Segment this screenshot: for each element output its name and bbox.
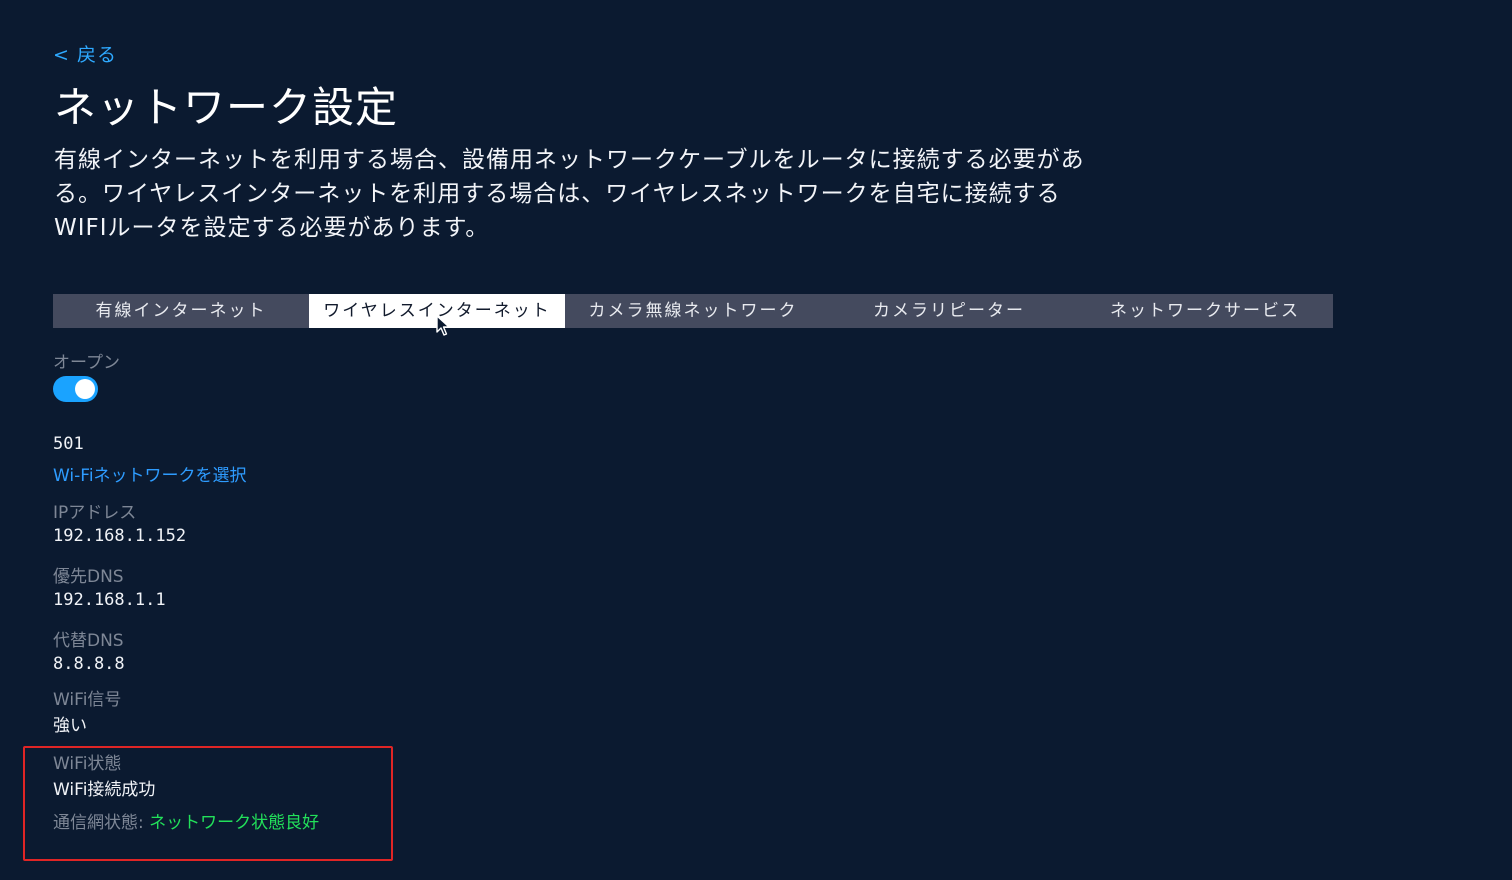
alternate-dns-label: 代替DNS xyxy=(53,631,124,651)
mouse-pointer-icon xyxy=(436,315,450,336)
alternate-dns-value: 8.8.8.8 xyxy=(53,654,125,674)
wifi-state-label: WiFi状態 xyxy=(53,754,122,774)
wifi-signal-label: WiFi信号 xyxy=(53,690,122,710)
tab-camera-wireless-network[interactable]: カメラ無線ネットワーク xyxy=(565,294,821,328)
wifi-signal-value: 強い xyxy=(53,716,87,736)
ssid-value: 501 xyxy=(53,434,84,454)
ip-address-value: 192.168.1.152 xyxy=(53,526,187,546)
page-title: ネットワーク設定 xyxy=(54,83,399,132)
primary-dns-label: 優先DNS xyxy=(53,567,124,587)
tab-bar: 有線インターネット ワイヤレスインターネット カメラ無線ネットワーク カメラリピ… xyxy=(53,294,1333,328)
tab-camera-repeater[interactable]: カメラリピーター xyxy=(821,294,1077,328)
wifi-state-value: WiFi接続成功 xyxy=(53,780,156,800)
ip-address-label: IPアドレス xyxy=(53,503,137,523)
toggle-knob xyxy=(75,379,95,399)
primary-dns-value: 192.168.1.1 xyxy=(53,590,166,610)
select-wifi-network-link[interactable]: Wi-Fiネットワークを選択 xyxy=(53,461,247,486)
page-description: 有線インターネットを利用する場合、設備用ネットワークケーブルをルータに接続する必… xyxy=(54,147,1085,241)
tab-network-service[interactable]: ネットワークサービス xyxy=(1077,294,1333,328)
tab-wired-internet[interactable]: 有線インターネット xyxy=(53,294,309,328)
open-label: オープン xyxy=(53,353,120,373)
open-toggle[interactable] xyxy=(53,376,98,402)
back-link[interactable]: < 戻る xyxy=(53,40,117,67)
network-status-value: ネットワーク状態良好 xyxy=(149,813,320,833)
network-status-label: 通信網状態: xyxy=(53,813,144,833)
network-status: 通信網状態: ネットワーク状態良好 xyxy=(53,808,319,833)
